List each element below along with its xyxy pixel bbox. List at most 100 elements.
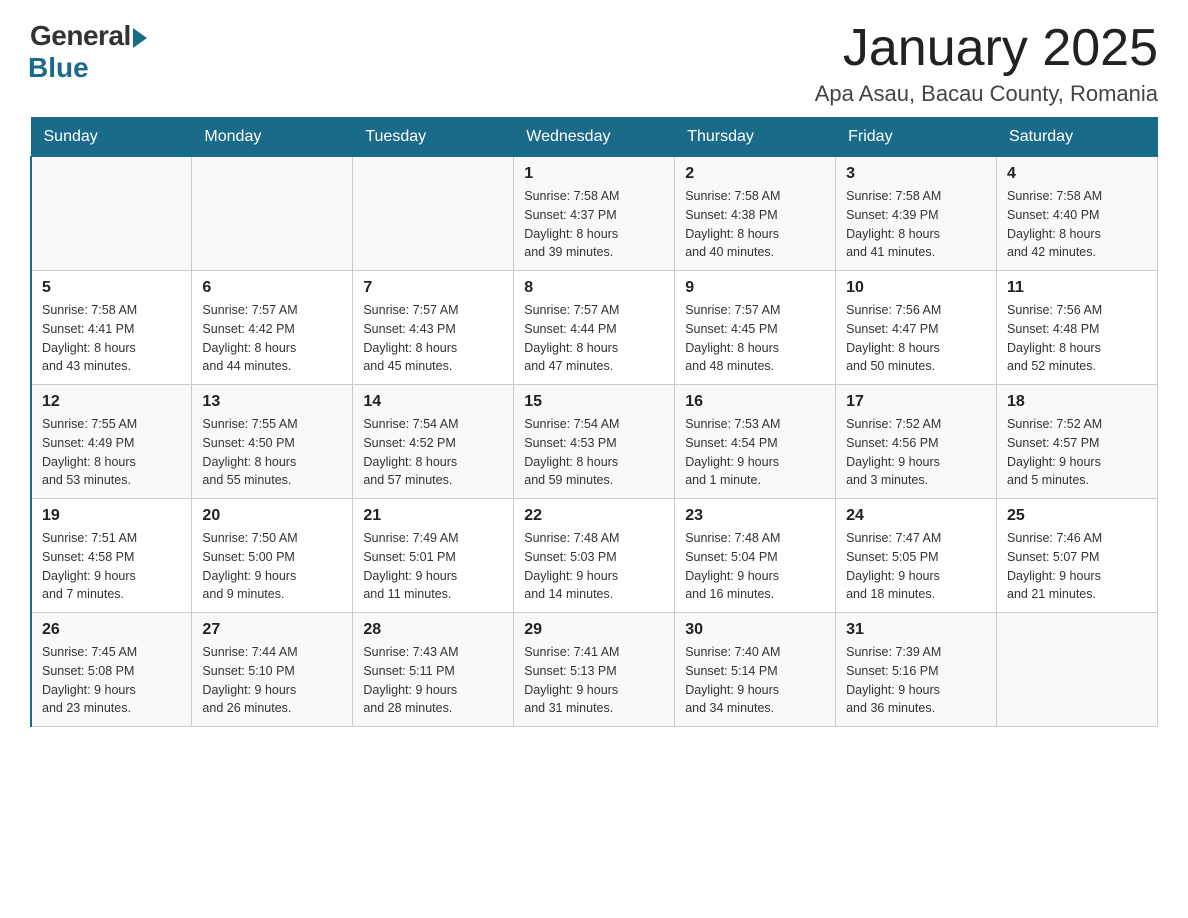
calendar-table: SundayMondayTuesdayWednesdayThursdayFrid… (30, 117, 1158, 727)
calendar-cell: 21 Sunrise: 7:49 AMSunset: 5:01 PMDayligh… (353, 499, 514, 613)
day-info: Sunrise: 7:57 AMSunset: 4:42 PMDaylight:… (202, 301, 342, 376)
day-number: 30 (685, 621, 825, 639)
day-info: Sunrise: 7:47 AMSunset: 5:05 PMDaylight:… (846, 529, 986, 604)
calendar-cell (997, 613, 1158, 727)
day-of-week-header: Friday (836, 118, 997, 157)
calendar-cell: 11 Sunrise: 7:56 AMSunset: 4:48 PMDayligh… (997, 271, 1158, 385)
day-number: 1 (524, 165, 664, 183)
day-info: Sunrise: 7:56 AMSunset: 4:48 PMDaylight:… (1007, 301, 1147, 376)
day-number: 15 (524, 393, 664, 411)
day-number: 27 (202, 621, 342, 639)
calendar-cell: 17 Sunrise: 7:52 AMSunset: 4:56 PMDayligh… (836, 385, 997, 499)
calendar-cell: 29Sunrise: 7:41 AMSunset: 5:13 PMDayligh… (514, 613, 675, 727)
calendar-cell: 12Sunrise: 7:55 AMSunset: 4:49 PMDayligh… (31, 385, 192, 499)
calendar-cell: 4 Sunrise: 7:58 AMSunset: 4:40 PMDaylight… (997, 157, 1158, 271)
day-of-week-header: Thursday (675, 118, 836, 157)
day-info: Sunrise: 7:58 AMSunset: 4:37 PMDaylight:… (524, 187, 664, 262)
calendar-cell: 6 Sunrise: 7:57 AMSunset: 4:42 PMDaylight… (192, 271, 353, 385)
day-info: Sunrise: 7:54 AMSunset: 4:52 PMDaylight:… (363, 415, 503, 490)
day-info: Sunrise: 7:56 AMSunset: 4:47 PMDaylight:… (846, 301, 986, 376)
calendar-week-row: 1 Sunrise: 7:58 AMSunset: 4:37 PMDaylight… (31, 157, 1158, 271)
location-title: Apa Asau, Bacau County, Romania (815, 81, 1158, 107)
logo-blue-text: Blue (28, 52, 89, 84)
day-info: Sunrise: 7:51 AMSunset: 4:58 PMDaylight:… (42, 529, 181, 604)
day-info: Sunrise: 7:44 AMSunset: 5:10 PMDaylight:… (202, 643, 342, 718)
day-info: Sunrise: 7:58 AMSunset: 4:38 PMDaylight:… (685, 187, 825, 262)
calendar-cell: 24 Sunrise: 7:47 AMSunset: 5:05 PMDayligh… (836, 499, 997, 613)
day-info: Sunrise: 7:52 AMSunset: 4:56 PMDaylight:… (846, 415, 986, 490)
calendar-week-row: 12Sunrise: 7:55 AMSunset: 4:49 PMDayligh… (31, 385, 1158, 499)
day-of-week-header: Wednesday (514, 118, 675, 157)
title-block: January 2025 Apa Asau, Bacau County, Rom… (815, 20, 1158, 107)
day-number: 7 (363, 279, 503, 297)
day-number: 6 (202, 279, 342, 297)
day-info: Sunrise: 7:49 AMSunset: 5:01 PMDaylight:… (363, 529, 503, 604)
page-header: General Blue January 2025 Apa Asau, Baca… (30, 20, 1158, 107)
calendar-cell: 25 Sunrise: 7:46 AMSunset: 5:07 PMDayligh… (997, 499, 1158, 613)
calendar-cell: 31Sunrise: 7:39 AMSunset: 5:16 PMDayligh… (836, 613, 997, 727)
day-info: Sunrise: 7:53 AMSunset: 4:54 PMDaylight:… (685, 415, 825, 490)
day-info: Sunrise: 7:58 AMSunset: 4:39 PMDaylight:… (846, 187, 986, 262)
calendar-cell: 22Sunrise: 7:48 AMSunset: 5:03 PMDayligh… (514, 499, 675, 613)
day-info: Sunrise: 7:41 AMSunset: 5:13 PMDaylight:… (524, 643, 664, 718)
day-info: Sunrise: 7:54 AMSunset: 4:53 PMDaylight:… (524, 415, 664, 490)
day-number: 28 (363, 621, 503, 639)
calendar-cell: 16 Sunrise: 7:53 AMSunset: 4:54 PMDayligh… (675, 385, 836, 499)
calendar-cell (353, 157, 514, 271)
calendar-cell (192, 157, 353, 271)
day-number: 3 (846, 165, 986, 183)
day-info: Sunrise: 7:46 AMSunset: 5:07 PMDaylight:… (1007, 529, 1147, 604)
day-of-week-header: Sunday (31, 118, 192, 157)
day-number: 20 (202, 507, 342, 525)
day-info: Sunrise: 7:45 AMSunset: 5:08 PMDaylight:… (42, 643, 181, 718)
calendar-cell: 27 Sunrise: 7:44 AMSunset: 5:10 PMDayligh… (192, 613, 353, 727)
calendar-cell: 20 Sunrise: 7:50 AMSunset: 5:00 PMDayligh… (192, 499, 353, 613)
day-number: 5 (42, 279, 181, 297)
day-info: Sunrise: 7:50 AMSunset: 5:00 PMDaylight:… (202, 529, 342, 604)
month-title: January 2025 (815, 20, 1158, 77)
day-info: Sunrise: 7:43 AMSunset: 5:11 PMDaylight:… (363, 643, 503, 718)
day-number: 10 (846, 279, 986, 297)
day-number: 8 (524, 279, 664, 297)
calendar-cell: 23Sunrise: 7:48 AMSunset: 5:04 PMDayligh… (675, 499, 836, 613)
day-number: 9 (685, 279, 825, 297)
calendar-cell: 1 Sunrise: 7:58 AMSunset: 4:37 PMDaylight… (514, 157, 675, 271)
day-number: 26 (42, 621, 181, 639)
calendar-cell: 9Sunrise: 7:57 AMSunset: 4:45 PMDaylight… (675, 271, 836, 385)
day-number: 2 (685, 165, 825, 183)
day-number: 31 (846, 621, 986, 639)
day-info: Sunrise: 7:58 AMSunset: 4:40 PMDaylight:… (1007, 187, 1147, 262)
calendar-week-row: 5 Sunrise: 7:58 AMSunset: 4:41 PMDaylight… (31, 271, 1158, 385)
calendar-cell: 30 Sunrise: 7:40 AMSunset: 5:14 PMDayligh… (675, 613, 836, 727)
calendar-cell (31, 157, 192, 271)
calendar-cell: 18Sunrise: 7:52 AMSunset: 4:57 PMDayligh… (997, 385, 1158, 499)
calendar-week-row: 19Sunrise: 7:51 AMSunset: 4:58 PMDayligh… (31, 499, 1158, 613)
day-number: 13 (202, 393, 342, 411)
calendar-header-row: SundayMondayTuesdayWednesdayThursdayFrid… (31, 118, 1158, 157)
day-info: Sunrise: 7:57 AMSunset: 4:44 PMDaylight:… (524, 301, 664, 376)
day-number: 24 (846, 507, 986, 525)
day-info: Sunrise: 7:40 AMSunset: 5:14 PMDaylight:… (685, 643, 825, 718)
day-number: 25 (1007, 507, 1147, 525)
day-of-week-header: Monday (192, 118, 353, 157)
calendar-cell: 28 Sunrise: 7:43 AMSunset: 5:11 PMDayligh… (353, 613, 514, 727)
calendar-week-row: 26 Sunrise: 7:45 AMSunset: 5:08 PMDayligh… (31, 613, 1158, 727)
day-number: 17 (846, 393, 986, 411)
logo: General Blue (30, 20, 147, 84)
calendar-cell: 3 Sunrise: 7:58 AMSunset: 4:39 PMDaylight… (836, 157, 997, 271)
day-number: 14 (363, 393, 503, 411)
day-number: 4 (1007, 165, 1147, 183)
day-number: 18 (1007, 393, 1147, 411)
day-number: 22 (524, 507, 664, 525)
day-number: 21 (363, 507, 503, 525)
calendar-cell: 2 Sunrise: 7:58 AMSunset: 4:38 PMDaylight… (675, 157, 836, 271)
calendar-cell: 26 Sunrise: 7:45 AMSunset: 5:08 PMDayligh… (31, 613, 192, 727)
day-number: 16 (685, 393, 825, 411)
calendar-cell: 7 Sunrise: 7:57 AMSunset: 4:43 PMDaylight… (353, 271, 514, 385)
logo-general-text: General (30, 20, 131, 52)
day-info: Sunrise: 7:58 AMSunset: 4:41 PMDaylight:… (42, 301, 181, 376)
calendar-cell: 15 Sunrise: 7:54 AMSunset: 4:53 PMDayligh… (514, 385, 675, 499)
day-number: 11 (1007, 279, 1147, 297)
day-number: 23 (685, 507, 825, 525)
day-info: Sunrise: 7:57 AMSunset: 4:43 PMDaylight:… (363, 301, 503, 376)
